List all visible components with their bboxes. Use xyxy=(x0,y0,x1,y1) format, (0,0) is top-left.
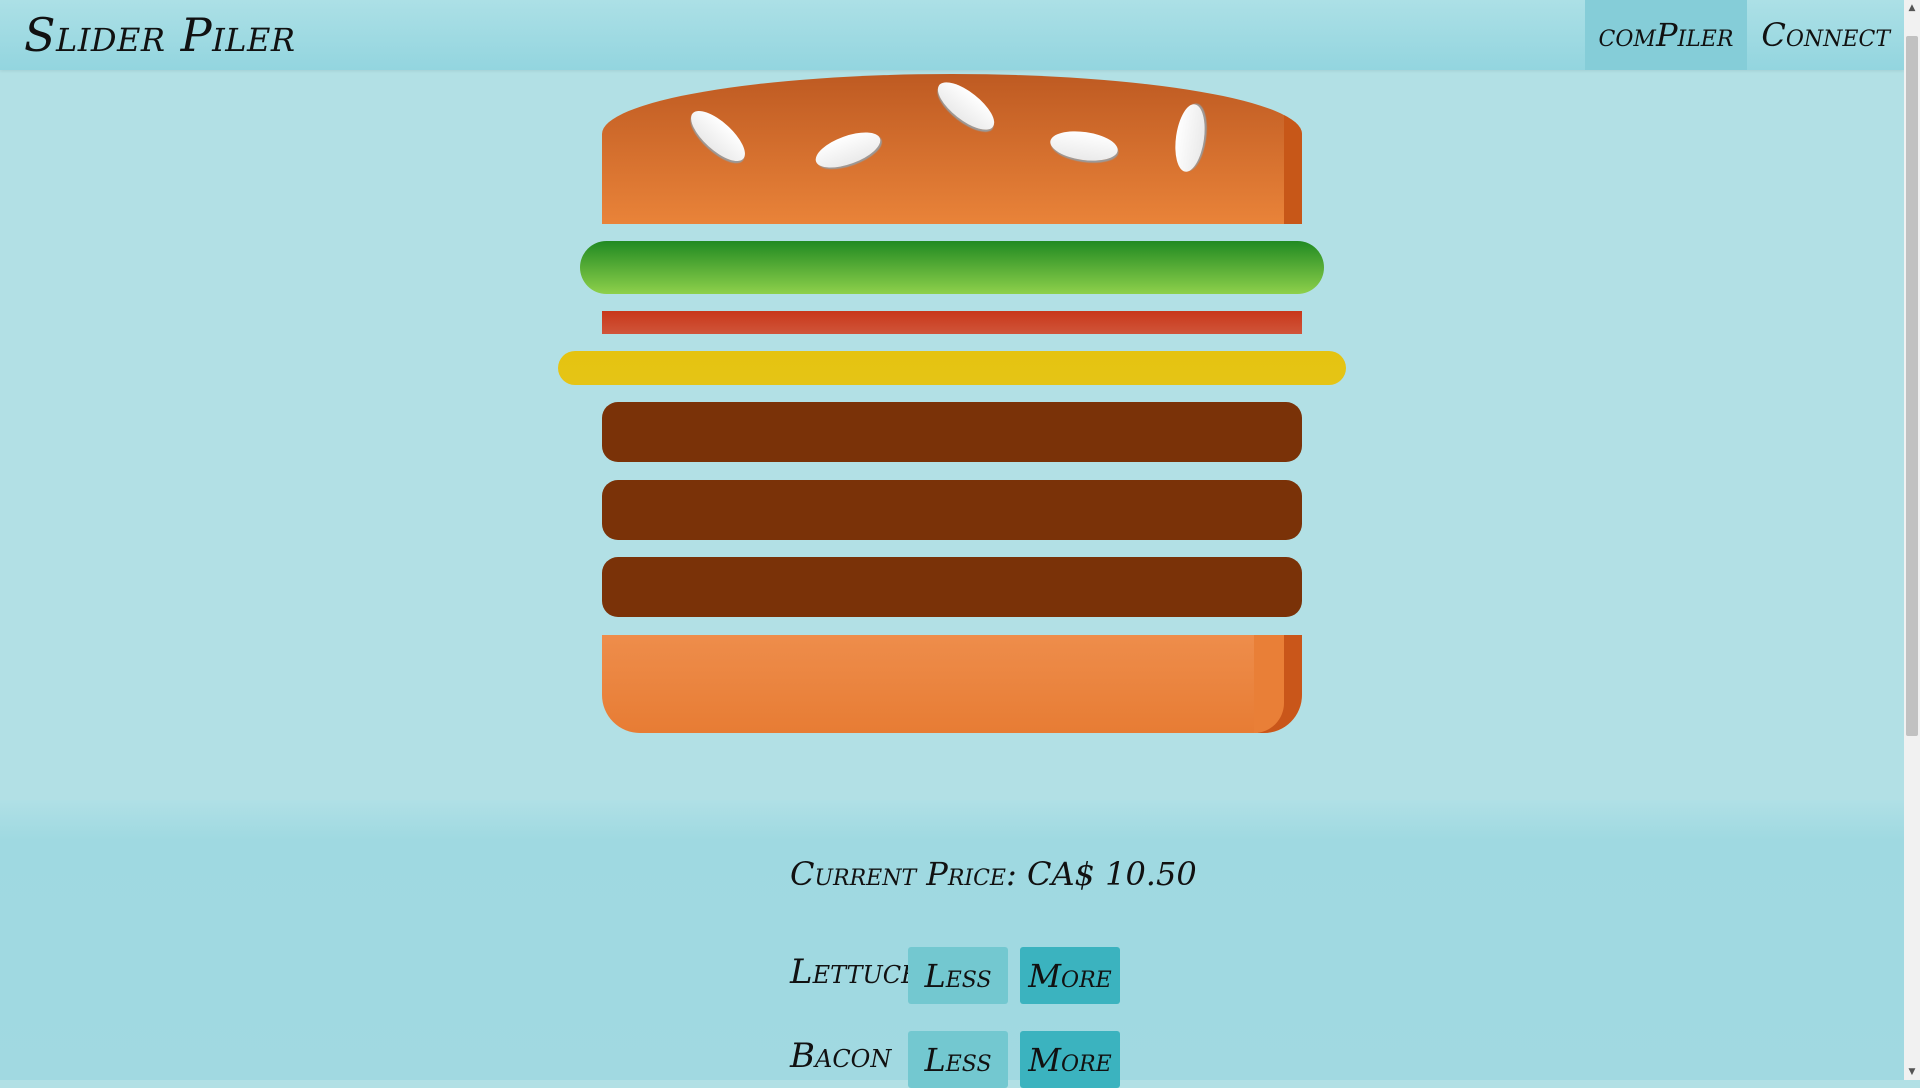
sesame-seed xyxy=(930,74,1002,138)
price-amount: 10.50 xyxy=(1105,855,1197,893)
lettuce-less-button[interactable]: Less xyxy=(908,947,1008,1004)
burger-lettuce xyxy=(580,241,1324,294)
brand-title[interactable]: Slider Piler xyxy=(24,8,295,62)
scroll-up-arrow-icon[interactable]: ▲ xyxy=(1904,0,1920,16)
bacon-more-button[interactable]: More xyxy=(1020,1031,1120,1088)
burger-patty xyxy=(602,557,1302,617)
main-nav: comPiler Connect xyxy=(1584,0,1904,70)
nav-compiler[interactable]: comPiler xyxy=(1584,0,1748,70)
sesame-seed xyxy=(1048,127,1120,165)
price-currency: CA$ xyxy=(1026,855,1095,893)
burger-top-bun xyxy=(602,74,1302,224)
top-bar: Slider Piler comPiler Connect xyxy=(0,0,1904,70)
burger-bacon xyxy=(602,311,1302,334)
sesame-seed xyxy=(811,125,885,175)
page-scrollbar[interactable]: ▲ ▼ xyxy=(1904,0,1920,1080)
ingredient-label-bacon: Bacon xyxy=(790,1036,892,1076)
nav-connect[interactable]: Connect xyxy=(1747,0,1904,70)
ingredient-label-lettuce: Lettuce xyxy=(790,952,919,992)
burger-cheese xyxy=(558,351,1346,385)
price-label: Current Price: xyxy=(790,855,1017,893)
burger-patty xyxy=(602,480,1302,540)
scroll-down-arrow-icon[interactable]: ▼ xyxy=(1904,1064,1920,1080)
bun-bottom-edge-inner xyxy=(1254,635,1284,733)
sesame-seed xyxy=(683,102,753,170)
sesame-seed xyxy=(1171,102,1209,174)
lettuce-more-button[interactable]: More xyxy=(1020,947,1120,1004)
scrollbar-thumb[interactable] xyxy=(1906,36,1918,736)
bacon-less-button[interactable]: Less xyxy=(908,1031,1008,1088)
burger-bottom-bun xyxy=(602,635,1302,733)
bun-top-edge xyxy=(1284,104,1302,224)
current-price: Current Price: CA$ 10.50 xyxy=(790,855,1197,893)
burger-patty xyxy=(602,402,1302,462)
